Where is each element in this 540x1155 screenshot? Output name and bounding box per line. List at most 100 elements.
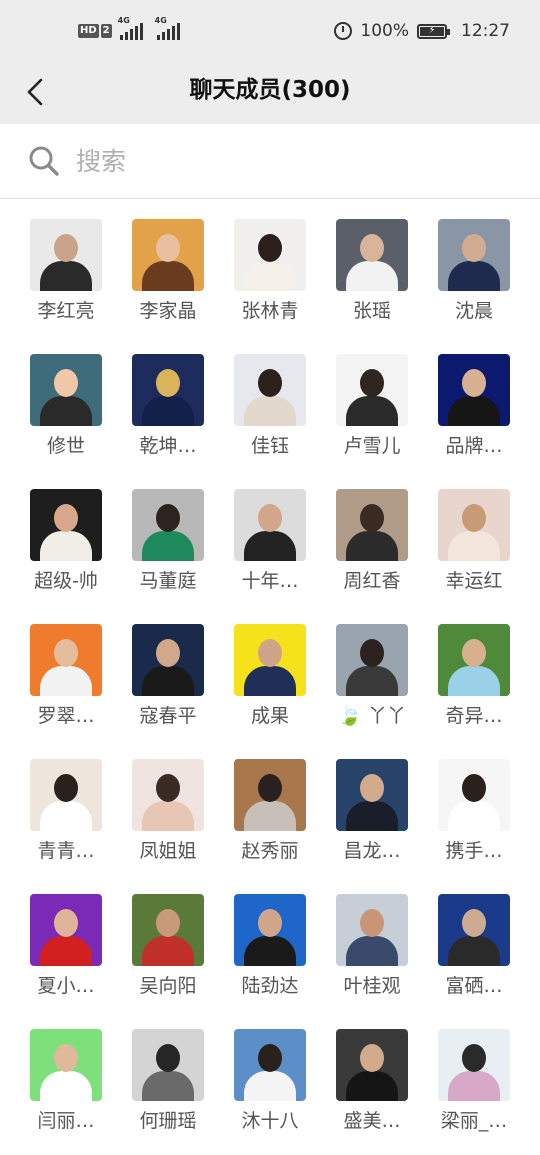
member-name: 卢雪儿 [343,435,401,457]
member-item[interactable]: 张瑶 [321,199,423,334]
avatar [336,894,408,966]
member-item[interactable]: 吴向阳 [117,874,219,1009]
member-item[interactable]: 青青… [15,739,117,874]
avatar [438,354,510,426]
member-item[interactable]: 成果 [219,604,321,739]
avatar [234,354,306,426]
member-item[interactable]: 十年… [219,469,321,604]
member-item[interactable]: 周红香 [321,469,423,604]
member-item[interactable]: 李家晶 [117,199,219,334]
member-name: 🍃 丫丫 [338,705,406,727]
avatar [234,624,306,696]
avatar [336,624,408,696]
member-name: 携手… [445,840,503,862]
network-type-label: 4G [154,16,167,25]
member-item[interactable]: 昌龙… [321,739,423,874]
member-item[interactable]: 富硒… [423,874,525,1009]
avatar [234,1029,306,1101]
member-item[interactable]: 卢雪儿 [321,334,423,469]
avatar [132,219,204,291]
member-item[interactable]: 夏小… [15,874,117,1009]
member-item[interactable]: 马董庭 [117,469,219,604]
avatar [438,759,510,831]
member-name: 周红香 [343,570,401,592]
member-item[interactable]: 奇异… [423,604,525,739]
member-name: 沐十八 [241,1110,299,1132]
member-item[interactable]: 闫丽… [15,1009,117,1144]
member-item[interactable]: 修世 [15,334,117,469]
avatar [132,759,204,831]
member-name: 张瑶 [352,300,391,322]
member-item[interactable]: 沐十八 [219,1009,321,1144]
member-item[interactable]: 何珊瑶 [117,1009,219,1144]
member-name: 梁丽_… [440,1110,508,1132]
avatar [438,894,510,966]
member-name: 吴向阳 [139,975,197,997]
member-item[interactable]: 佳钰 [219,334,321,469]
avatar [234,894,306,966]
member-name: 十年… [241,570,299,592]
signal-icon: 4G [155,16,180,40]
avatar [30,1029,102,1101]
avatar [438,219,510,291]
member-item[interactable]: 李红亮 [15,199,117,334]
member-name: 张林青 [241,300,299,322]
avatar [132,894,204,966]
hd-label: HD [78,24,99,38]
avatar [132,624,204,696]
member-item[interactable]: 🍃 丫丫 [321,604,423,739]
member-item[interactable]: 盛美… [321,1009,423,1144]
member-item[interactable]: 凤姐姐 [117,739,219,874]
avatar [30,489,102,561]
member-name: 何珊瑶 [139,1110,197,1132]
avatar [132,354,204,426]
member-item[interactable]: 品牌… [423,334,525,469]
avatar [336,1029,408,1101]
search-input[interactable] [74,145,478,177]
member-name: 陆劲达 [241,975,299,997]
member-item[interactable]: 寇春平 [117,604,219,739]
member-name: 罗翠… [37,705,95,727]
member-item[interactable]: 沈晨 [423,199,525,334]
avatar [234,489,306,561]
avatar [438,489,510,561]
member-item[interactable]: 张林青 [219,199,321,334]
member-name: 超级-帅 [34,570,98,592]
header-bar: 聊天成员(300) [0,62,540,124]
page-title: 聊天成员(300) [189,77,351,103]
member-item[interactable]: 超级-帅 [15,469,117,604]
avatar [30,219,102,291]
avatar [132,1029,204,1101]
sim-label: 2 [100,24,112,38]
search-bar[interactable] [0,124,540,199]
avatar [30,759,102,831]
member-name: 盛美… [343,1110,401,1132]
member-item[interactable]: 罗翠… [15,604,117,739]
member-item[interactable]: 携手… [423,739,525,874]
member-item[interactable]: 梁丽_… [423,1009,525,1144]
avatar [30,894,102,966]
status-left: HD 2 4G 4G [78,16,180,42]
member-name: 夏小… [37,975,95,997]
member-name: 李红亮 [37,300,95,322]
search-icon [29,146,59,176]
member-item[interactable]: 幸运红 [423,469,525,604]
member-name: 品牌… [445,435,503,457]
member-name: 寇春平 [139,705,197,727]
member-item[interactable]: 乾坤… [117,334,219,469]
network-type-label: 4G [117,16,130,25]
member-name: 沈晨 [454,300,493,322]
member-item[interactable]: 叶桂观 [321,874,423,1009]
member-name: 乾坤… [139,435,197,457]
avatar [438,624,510,696]
member-item[interactable]: 陆劲达 [219,874,321,1009]
status-bar: HD 2 4G 4G 100% ⚡ 12:27 [0,0,540,62]
member-item[interactable]: 赵秀丽 [219,739,321,874]
member-name: 成果 [250,705,289,727]
member-name: 昌龙… [343,840,401,862]
avatar [132,489,204,561]
member-name: 奇异… [445,705,503,727]
alarm-clock-icon [334,22,353,40]
member-name: 佳钰 [250,435,289,457]
avatar [234,759,306,831]
